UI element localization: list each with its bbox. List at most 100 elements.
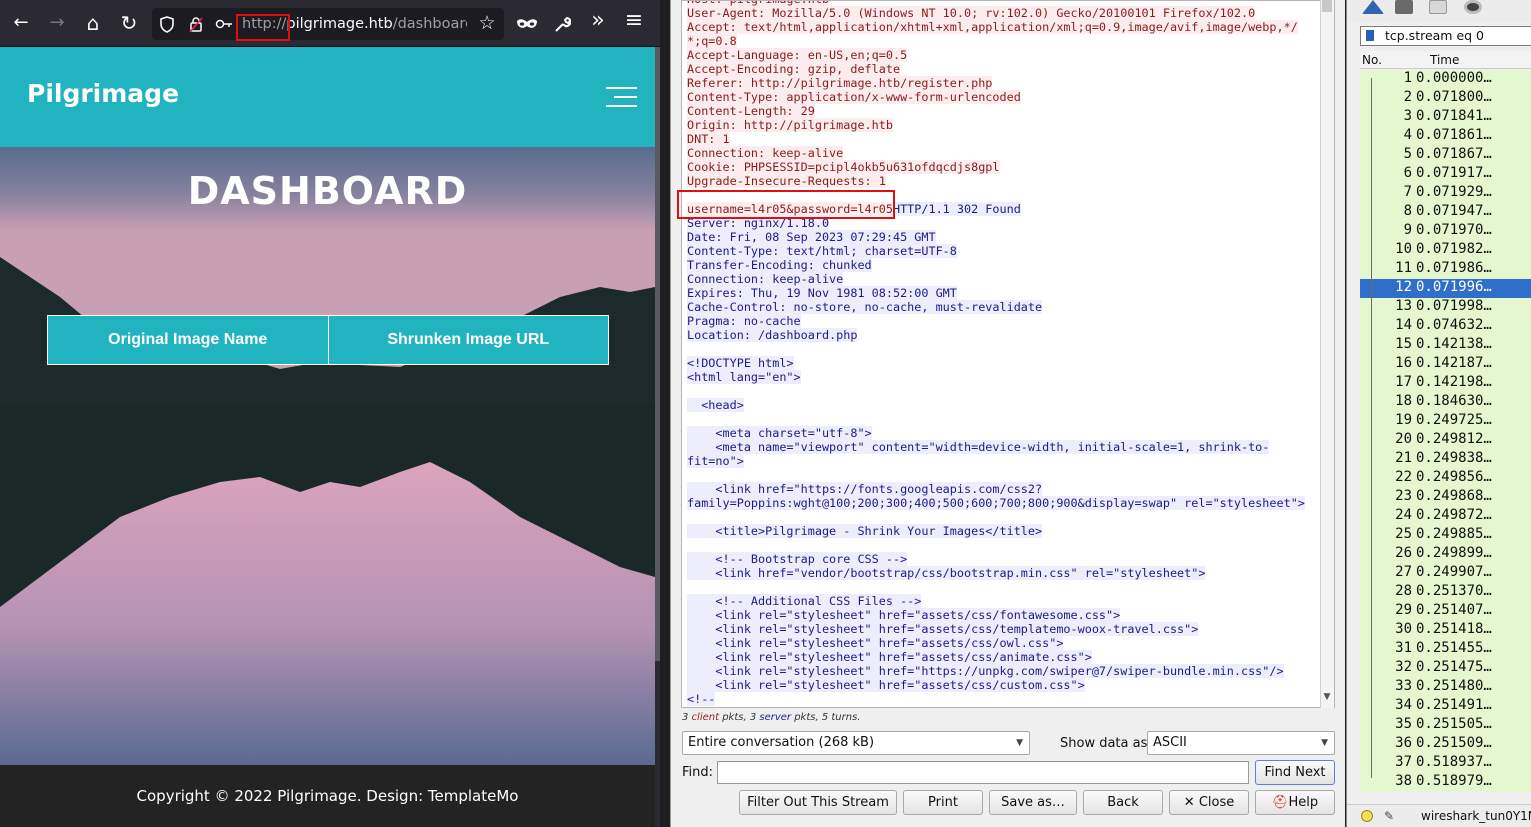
edit-comment-icon[interactable]: ✎ — [1384, 805, 1394, 827]
column-time[interactable]: Time — [1430, 53, 1459, 67]
capture-options-icon[interactable] — [1464, 0, 1482, 14]
close-button-label: Close — [1198, 795, 1235, 810]
packet-time: 0.142187… — [1416, 355, 1492, 371]
packet-row[interactable]: 1 0.000000… — [1360, 70, 1531, 89]
stream-scrollbar-thumb[interactable] — [1322, 0, 1332, 12]
menu-icon[interactable]: ≡ — [621, 8, 647, 34]
stats-suffix: pkts, 5 turns. — [791, 712, 861, 723]
site-logo[interactable]: Pilgrimage — [27, 79, 179, 108]
packet-row[interactable]: 7 0.071929… — [1360, 184, 1531, 203]
packet-row[interactable]: 20 0.249812… — [1360, 431, 1531, 450]
packet-row[interactable]: 4 0.071861… — [1360, 127, 1531, 146]
client-data: *;q=0.8 — [687, 34, 737, 48]
stream-line — [687, 468, 1317, 482]
packet-row[interactable]: 24 0.249872… — [1360, 507, 1531, 526]
find-input[interactable] — [717, 761, 1249, 784]
bookmark-star-icon[interactable]: ☆ — [474, 10, 500, 36]
conversation-select[interactable]: Entire conversation (268 kB) ▼ — [682, 731, 1030, 755]
server-data: <link rel="stylesheet" href="assets/css/… — [687, 608, 1121, 622]
packet-row[interactable]: 38 0.518979… — [1360, 773, 1531, 792]
footer-link[interactable]: TemplateMo — [428, 787, 519, 805]
stream-scrollbar[interactable] — [1320, 0, 1334, 708]
url-bar[interactable]: http://pilgrimage.htb/dashboard. ☆ — [152, 8, 504, 40]
stop-capture-icon[interactable] — [1395, 0, 1413, 14]
restart-capture-icon[interactable] — [1429, 0, 1447, 14]
packet-row[interactable]: 28 0.251370… — [1360, 583, 1531, 602]
packet-row[interactable]: 14 0.074632… — [1360, 317, 1531, 336]
help-button[interactable]: ⛑Help — [1255, 790, 1335, 815]
packet-row[interactable]: 23 0.249868… — [1360, 488, 1531, 507]
packet-row[interactable]: 34 0.251491… — [1360, 697, 1531, 716]
packet-row[interactable]: 8 0.071947… — [1360, 203, 1531, 222]
packet-row[interactable]: 35 0.251505… — [1360, 716, 1531, 735]
packet-row[interactable]: 37 0.518937… — [1360, 754, 1531, 773]
private-browsing-icon[interactable] — [516, 18, 538, 30]
packet-row[interactable]: 29 0.251407… — [1360, 602, 1531, 621]
page-scrollbar[interactable] — [655, 47, 660, 827]
find-next-button[interactable]: Find Next — [1255, 760, 1335, 785]
home-icon[interactable]: ⌂ — [80, 10, 106, 36]
shark-fin-icon[interactable] — [1362, 0, 1384, 14]
packet-row[interactable]: 27 0.249907… — [1360, 564, 1531, 583]
packet-row[interactable]: 25 0.249885… — [1360, 526, 1531, 545]
insecure-lock-icon[interactable] — [188, 16, 204, 33]
key-icon[interactable] — [215, 18, 233, 30]
packet-row[interactable]: 18 0.184630… — [1360, 393, 1531, 412]
packet-row[interactable]: 5 0.071867… — [1360, 146, 1531, 165]
packet-row[interactable]: 26 0.249899… — [1360, 545, 1531, 564]
scroll-down-arrow-icon[interactable]: ▼ — [1322, 692, 1332, 706]
stream-line — [687, 412, 1317, 426]
packet-row[interactable]: 30 0.251418… — [1360, 621, 1531, 640]
packet-row[interactable]: 6 0.071917… — [1360, 165, 1531, 184]
bookmark-filter-icon[interactable] — [1366, 30, 1374, 41]
packet-number: 13 — [1395, 298, 1412, 314]
stream-line: <!-- Additional CSS Files --> — [687, 594, 1317, 608]
hero-background — [0, 147, 655, 765]
wrench-icon[interactable] — [554, 16, 571, 33]
stream-line: Expires: Thu, 19 Nov 1981 08:52:00 GMT — [687, 286, 1317, 300]
close-button[interactable]: ✕ Close — [1169, 790, 1249, 815]
packet-row[interactable]: 12 0.071996… — [1360, 279, 1531, 298]
packet-row[interactable]: 36 0.251509… — [1360, 735, 1531, 754]
back-button[interactable]: Back — [1083, 790, 1163, 815]
stream-content-pane[interactable]: Host: pilgrimage.htbUser-Agent: Mozilla/… — [681, 0, 1335, 708]
packet-row[interactable]: 19 0.249725… — [1360, 412, 1531, 431]
packet-row[interactable]: 16 0.142187… — [1360, 355, 1531, 374]
packet-row[interactable]: 31 0.251455… — [1360, 640, 1531, 659]
display-filter-input[interactable]: tcp.stream eq 0 — [1360, 26, 1531, 46]
packet-list[interactable]: 1 0.000000… 2 0.071800… 3 0.071841… 4 0.071861…… — [1360, 70, 1531, 792]
site-footer: Copyright © 2022 Pilgrimage. Design: Tem… — [0, 765, 655, 827]
packet-row[interactable]: 21 0.249838… — [1360, 450, 1531, 469]
packet-row[interactable]: 2 0.071800… — [1360, 89, 1531, 108]
packet-row[interactable]: 9 0.071970… — [1360, 222, 1531, 241]
stats-client: client — [691, 712, 720, 723]
packet-row[interactable]: 33 0.251480… — [1360, 678, 1531, 697]
column-no[interactable]: No. — [1362, 53, 1382, 67]
reload-icon[interactable]: ↻ — [116, 10, 142, 36]
save-as-button[interactable]: Save as… — [989, 790, 1077, 815]
print-button[interactable]: Print — [903, 790, 983, 815]
show-data-select[interactable]: ASCII ▼ — [1147, 731, 1335, 755]
packet-row[interactable]: 11 0.071986… — [1360, 260, 1531, 279]
stream-line: Content-Type: application/x-www-form-url… — [687, 90, 1317, 104]
packet-row[interactable]: 22 0.249856… — [1360, 469, 1531, 488]
page-scrollbar-thumb[interactable] — [655, 47, 660, 661]
server-data: HTTP/1.1 302 Found — [892, 202, 1021, 216]
packet-time: 0.142138… — [1416, 336, 1492, 352]
hamburger-menu-icon[interactable] — [606, 85, 637, 109]
stream-line: <link rel="stylesheet" href="assets/css/… — [687, 608, 1317, 622]
overflow-icon[interactable]: » — [585, 8, 611, 34]
shield-icon[interactable] — [159, 16, 175, 33]
status-bar: ✎ wireshark_tun0Y1N — [1347, 804, 1531, 827]
packet-number: 12 — [1395, 279, 1412, 295]
packet-number: 20 — [1395, 431, 1412, 447]
packet-row[interactable]: 3 0.071841… — [1360, 108, 1531, 127]
packet-row[interactable]: 13 0.071998… — [1360, 298, 1531, 317]
back-icon[interactable]: ← — [8, 10, 34, 36]
packet-row[interactable]: 17 0.142198… — [1360, 374, 1531, 393]
filter-out-stream-button[interactable]: Filter Out This Stream — [739, 790, 897, 815]
forward-icon[interactable]: → — [44, 10, 70, 36]
packet-row[interactable]: 32 0.251475… — [1360, 659, 1531, 678]
packet-row[interactable]: 10 0.071982… — [1360, 241, 1531, 260]
packet-row[interactable]: 15 0.142138… — [1360, 336, 1531, 355]
